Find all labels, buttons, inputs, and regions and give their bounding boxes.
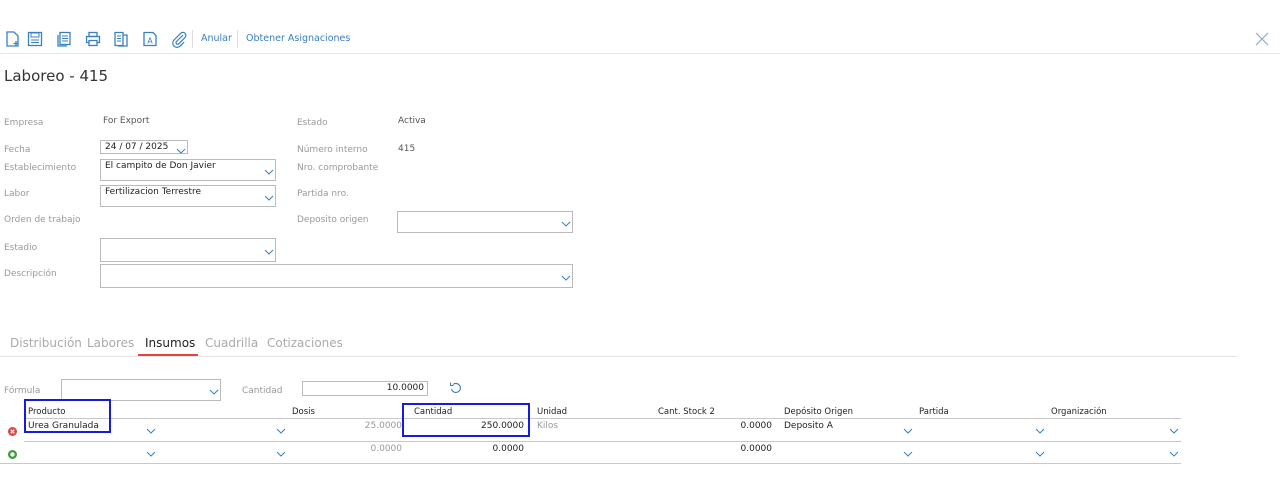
chevron-down-icon[interactable]: [1169, 451, 1179, 457]
chevron-down-icon[interactable]: [276, 428, 286, 434]
chevron-down-icon[interactable]: [1035, 428, 1045, 434]
close-icon[interactable]: [1254, 31, 1270, 47]
estadio-label: Estadio: [4, 243, 38, 253]
cantidad-cell-value[interactable]: 0.0000: [410, 444, 525, 454]
chevron-down-icon[interactable]: [264, 249, 274, 255]
partida-nro-label: Partida nro.: [297, 189, 349, 199]
anular-button[interactable]: Anular: [201, 33, 232, 44]
nro-comprobante-label: Nro. comprobante: [297, 163, 379, 173]
table-header-divider: [24, 418, 1181, 419]
deposito-value[interactable]: Deposito A: [784, 421, 833, 431]
chevron-down-icon[interactable]: [264, 195, 274, 201]
save-icon[interactable]: [26, 30, 44, 48]
deposito-origen-select[interactable]: [397, 211, 573, 233]
tab-insumos[interactable]: Insumos: [145, 336, 195, 350]
tabs-divider: [0, 356, 1238, 357]
row-divider: [24, 441, 1181, 442]
chevron-down-icon[interactable]: [1035, 451, 1045, 457]
establecimiento-label: Establecimiento: [4, 163, 77, 173]
numero-interno-value: 415: [398, 144, 416, 154]
refresh-icon[interactable]: [449, 380, 463, 394]
highlight-producto: [24, 399, 111, 433]
establecimiento-select[interactable]: El campito de Don Javier: [100, 159, 276, 181]
chevron-down-icon[interactable]: [276, 451, 286, 457]
chevron-down-icon[interactable]: [146, 451, 156, 457]
page-title: Laboreo - 415: [4, 67, 109, 85]
dosis-value[interactable]: 0.0000: [340, 444, 403, 454]
stock2-value[interactable]: 0.0000: [700, 444, 773, 454]
chevron-down-icon[interactable]: [146, 428, 156, 434]
chevron-down-icon[interactable]: [176, 148, 186, 154]
stock2-value[interactable]: 0.0000: [700, 421, 773, 431]
report-icon[interactable]: [112, 30, 130, 48]
descripcion-select[interactable]: [100, 264, 573, 288]
empresa-value: For Export: [103, 116, 150, 126]
establecimiento-value: El campito de Don Javier: [105, 161, 216, 171]
tab-cotizaciones[interactable]: Cotizaciones: [267, 336, 343, 350]
col-deposito-origen: Depósito Origen: [784, 407, 853, 417]
estado-value: Activa: [398, 116, 426, 126]
fecha-label: Fecha: [4, 145, 31, 155]
dosis-value[interactable]: 25.0000: [340, 421, 402, 431]
chevron-down-icon[interactable]: [1169, 428, 1179, 434]
text-icon[interactable]: A: [141, 30, 159, 48]
toolbar-divider: [0, 53, 1280, 54]
svg-text:A: A: [147, 37, 153, 46]
orden-trabajo-label: Orden de trabajo: [4, 215, 81, 225]
numero-interno-label: Número interno: [297, 145, 368, 155]
col-organizacion: Organización: [1051, 407, 1107, 417]
deposito-origen-label: Deposito origen: [297, 215, 369, 225]
new-doc-icon[interactable]: [4, 30, 22, 48]
unidad-value: Kilos: [537, 421, 559, 431]
row-divider: [0, 463, 1181, 464]
formula-label: Fórmula: [4, 386, 41, 396]
col-cant-stock-2: Cant. Stock 2: [658, 407, 715, 417]
formula-select[interactable]: [61, 379, 221, 401]
obtener-asignaciones-button[interactable]: Obtener Asignaciones: [246, 33, 350, 44]
copy-icon[interactable]: [55, 30, 73, 48]
chevron-down-icon[interactable]: [264, 169, 274, 175]
fecha-value: 24 / 07 / 2025: [105, 142, 169, 152]
highlight-cantidad: [402, 403, 530, 437]
remove-row-icon[interactable]: [8, 421, 17, 436]
chevron-down-icon[interactable]: [209, 389, 219, 395]
cantidad-value: 10.0000: [386, 383, 424, 393]
labor-select[interactable]: Fertilizacion Terrestre: [100, 185, 276, 207]
descripcion-label: Descripción: [4, 269, 57, 279]
labor-value: Fertilizacion Terrestre: [105, 187, 202, 197]
fecha-input[interactable]: 24 / 07 / 2025: [100, 140, 188, 154]
add-row-icon[interactable]: [8, 444, 17, 459]
chevron-down-icon[interactable]: [561, 275, 571, 281]
col-unidad: Unidad: [537, 407, 567, 417]
tab-cuadrilla[interactable]: Cuadrilla: [205, 336, 258, 350]
col-partida: Partida: [919, 407, 949, 417]
col-dosis: Dosis: [292, 407, 315, 417]
labor-label: Labor: [4, 189, 30, 199]
attach-icon[interactable]: [170, 30, 188, 48]
tab-distribucion[interactable]: Distribución: [10, 336, 82, 350]
estado-label: Estado: [297, 118, 328, 128]
estadio-select[interactable]: [100, 238, 276, 262]
tab-labores[interactable]: Labores: [87, 336, 134, 350]
cantidad-label: Cantidad: [242, 386, 283, 396]
cantidad-input[interactable]: 10.0000: [302, 381, 428, 396]
chevron-down-icon[interactable]: [903, 451, 913, 457]
chevron-down-icon[interactable]: [903, 428, 913, 434]
print-icon[interactable]: [84, 30, 102, 48]
empresa-label: Empresa: [4, 118, 44, 128]
chevron-down-icon[interactable]: [561, 221, 571, 227]
